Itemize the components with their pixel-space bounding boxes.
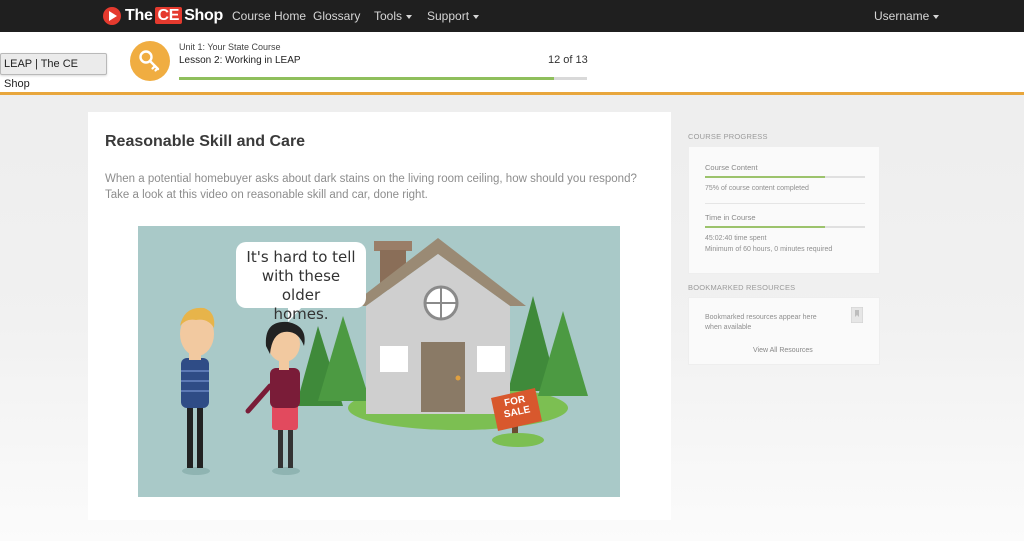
lesson-progress-bar [179,77,587,80]
lesson-page-count: 12 of 13 [548,54,588,66]
nav-course-home[interactable]: Course Home [232,9,306,23]
course-content-label: Course Content [705,163,758,172]
key-icon [130,41,170,81]
nav-tools[interactable]: Tools [374,9,413,23]
lesson-name: Lesson 2: Working in LEAP [179,55,301,66]
play-badge-icon [103,7,121,25]
bookmarked-resources-card: Bookmarked resources appear here when av… [688,297,880,365]
tab-tooltip: LEAP | The CE Shop [0,53,107,90]
lesson-progress-fill [179,77,555,80]
brand-pre: The [125,7,153,24]
time-spent-detail: 45:02:40 time spent [705,235,767,242]
nav-support-label: Support [427,9,470,23]
nav-support[interactable]: Support [427,9,480,23]
bookmarked-resources-heading: BOOKMARKED RESOURCES [688,283,796,292]
top-nav: The CE Shop Course Home Glossary Tools Sup… [0,0,1024,32]
user-menu[interactable]: Username [874,9,940,23]
course-content-fill [705,176,825,178]
nav-glossary[interactable]: Glossary [313,9,360,23]
brand-ce: CE [154,7,183,24]
lesson-description: When a potential homebuyer asks about da… [105,173,637,201]
course-content-detail: 75% of course content completed [705,185,809,192]
lesson-unit: Unit 1: Your State Course [179,42,281,52]
caret-down-icon [933,14,940,19]
time-required-detail: Minimum of 60 hours, 0 minutes required [705,246,833,253]
bookmarks-empty-text: when available [705,324,752,331]
speech-line: with these older [261,267,341,304]
brand-post: Shop [184,7,223,24]
speech-line: It's hard to tell [246,248,356,266]
lesson-content-card: Reasonable Skill and Care When a potenti… [88,112,671,520]
caret-down-icon [473,14,480,19]
nav-tools-label: Tools [374,9,403,23]
time-in-course-label: Time in Course [705,213,756,222]
video-frame [138,226,620,497]
bookmark-icon [850,306,864,328]
brand-logo[interactable]: The CE Shop [103,0,223,32]
video-speech-bubble: It's hard to tell with these older homes… [242,248,360,324]
time-in-course-fill [705,226,825,228]
page-title: Reasonable Skill and Care [105,133,306,150]
caret-down-icon [406,14,413,19]
lesson-header: Unit 1: Your State Course Lesson 2: Work… [0,32,1024,95]
bookmarks-empty-text: Bookmarked resources appear here [705,314,817,321]
view-all-resources-link[interactable]: View All Resources [753,347,813,354]
course-content-bar [705,176,865,178]
divider [705,203,865,204]
username-label: Username [874,9,930,23]
course-progress-heading: COURSE PROGRESS [688,132,768,141]
course-progress-card: Course Content 75% of course content com… [688,146,880,274]
time-in-course-bar [705,226,865,228]
video-player[interactable]: It's hard to tell with these older homes… [138,226,620,497]
speech-line: homes. [273,305,329,323]
